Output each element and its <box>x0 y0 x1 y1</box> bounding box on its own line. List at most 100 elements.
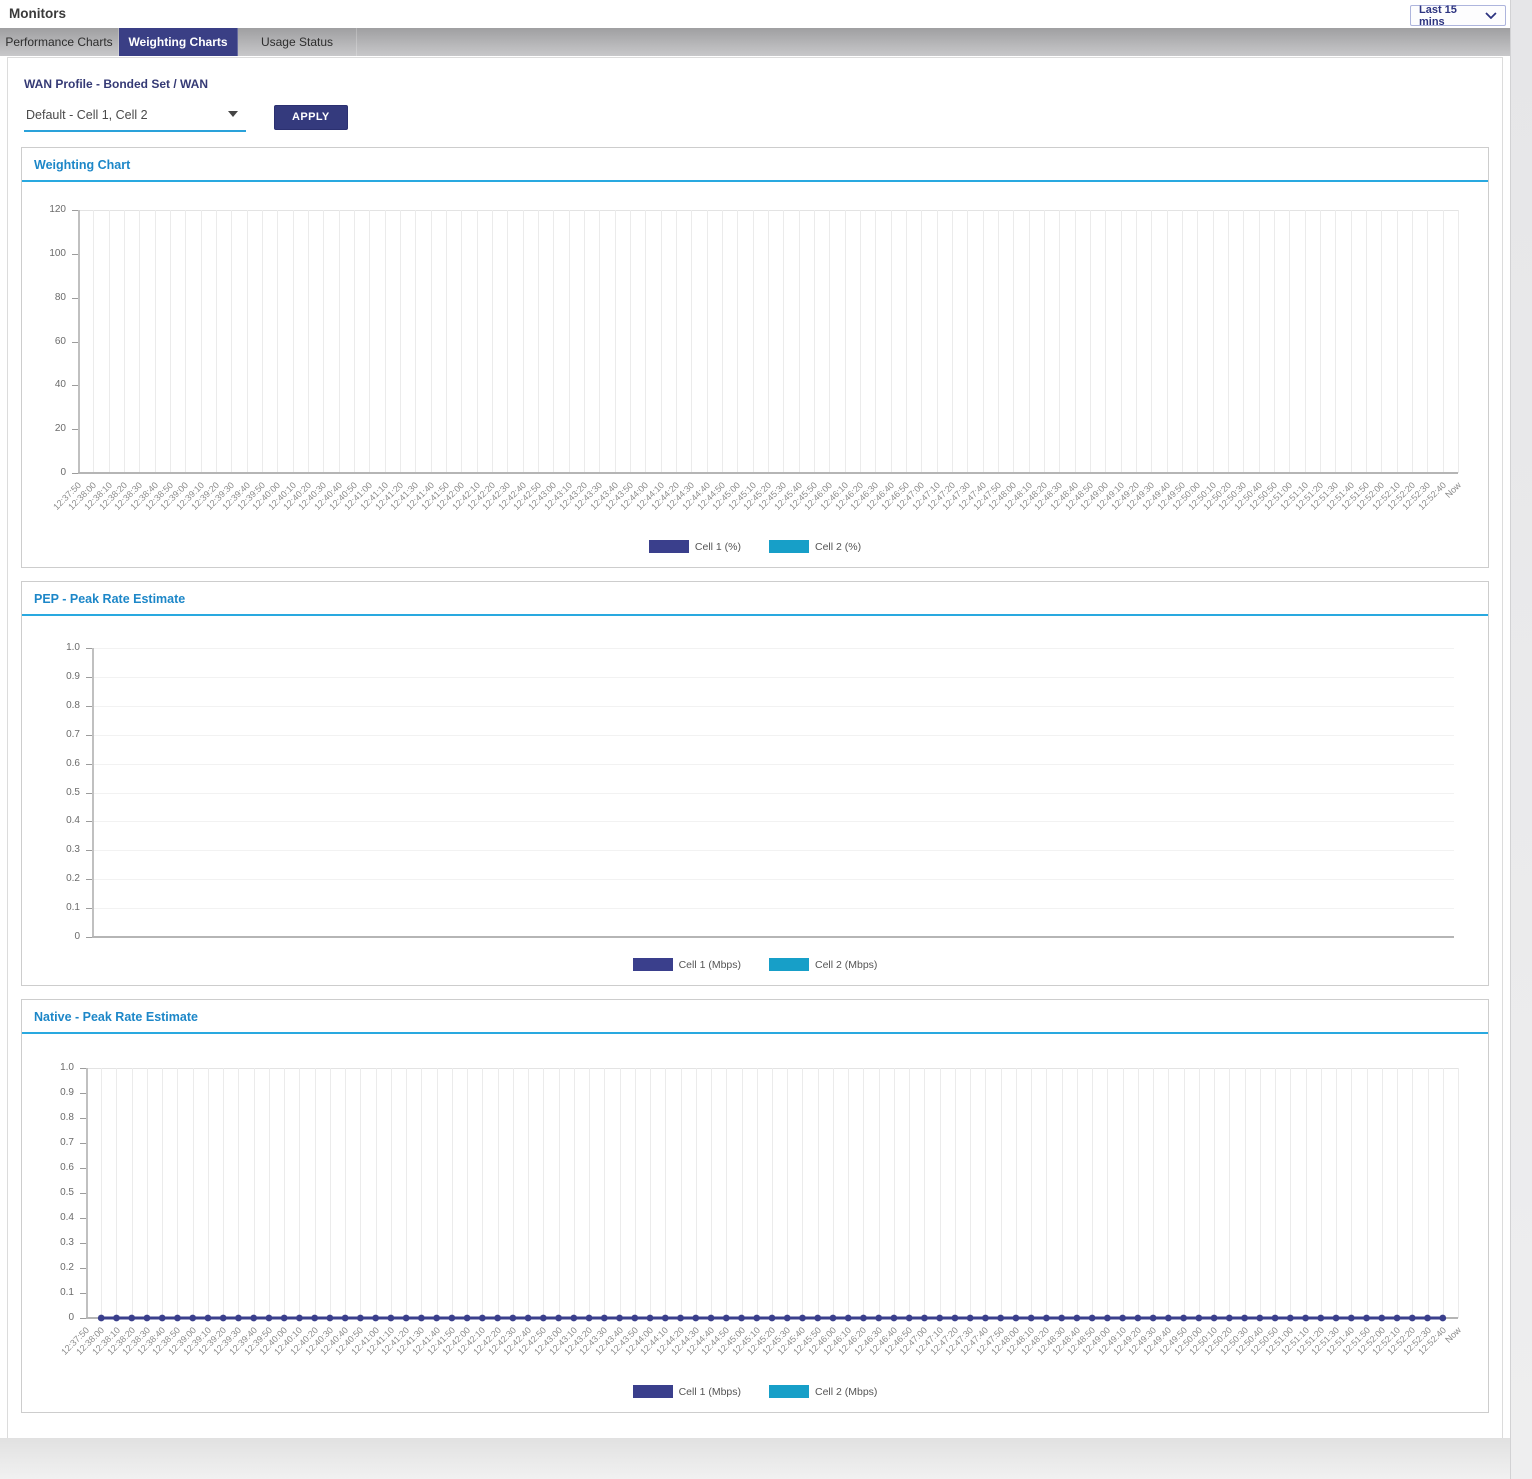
v-gridline <box>1228 210 1229 473</box>
v-gridline <box>293 210 294 473</box>
v-gridline <box>952 210 953 473</box>
v-gridline <box>216 210 217 473</box>
weighting-chart-card: Weighting Chart 02040608010012012:37:501… <box>21 147 1489 568</box>
v-gridline <box>1075 210 1076 473</box>
v-gridline <box>860 210 861 473</box>
wan-profile-label: WAN Profile - Bonded Set / WAN <box>24 77 1502 91</box>
v-gridline <box>967 210 968 473</box>
legend-item: Cell 1 (Mbps) <box>633 958 741 971</box>
y-tick-label: 0 <box>22 467 66 478</box>
y-tick-label: 0.2 <box>22 1262 74 1273</box>
page-background <box>0 1438 1510 1479</box>
page-scrollbar-area[interactable] <box>1510 0 1532 1479</box>
v-gridline <box>1151 210 1152 473</box>
y-tick-label: 0.9 <box>22 671 80 682</box>
v-gridline <box>799 210 800 473</box>
v-gridline <box>369 210 370 473</box>
v-gridline <box>937 210 938 473</box>
y-tick-label: 0.5 <box>22 1187 74 1198</box>
v-gridline <box>231 210 232 473</box>
v-gridline <box>124 210 125 473</box>
y-tick-label: 0.5 <box>22 787 80 798</box>
y-tick-label: 0.1 <box>22 902 80 913</box>
v-gridline <box>201 210 202 473</box>
v-gridline <box>615 210 616 473</box>
y-tick-label: 0.6 <box>22 758 80 769</box>
h-gridline <box>92 908 1454 909</box>
y-tick-label: 0.1 <box>22 1287 74 1298</box>
apply-button[interactable]: APPLY <box>274 105 348 130</box>
v-gridline <box>400 210 401 473</box>
v-gridline <box>845 210 846 473</box>
v-gridline <box>1305 210 1306 473</box>
y-tick-label: 40 <box>22 379 66 390</box>
v-gridline <box>630 210 631 473</box>
v-gridline <box>691 210 692 473</box>
y-tick-label: 0.4 <box>22 815 80 826</box>
y-tick-label: 1.0 <box>22 1062 74 1073</box>
v-gridline <box>998 210 999 473</box>
h-gridline <box>92 764 1454 765</box>
v-gridline <box>139 210 140 473</box>
v-gridline <box>983 210 984 473</box>
v-gridline <box>1044 210 1045 473</box>
v-gridline <box>170 210 171 473</box>
v-gridline <box>1458 210 1459 473</box>
v-gridline <box>1105 210 1106 473</box>
v-gridline <box>599 210 600 473</box>
page-title: Monitors <box>9 6 66 21</box>
legend-label: Cell 1 (Mbps) <box>679 959 741 971</box>
tab-performance-charts[interactable]: Performance Charts <box>0 28 119 56</box>
weighting-chart-plot: 02040608010012012:37:5012:38:0012:38:101… <box>22 182 1488 533</box>
v-gridline <box>1443 210 1444 473</box>
v-gridline <box>1167 210 1168 473</box>
y-axis-line <box>78 210 80 473</box>
h-gridline <box>92 793 1454 794</box>
v-gridline <box>1412 210 1413 473</box>
v-gridline <box>891 210 892 473</box>
v-gridline <box>814 210 815 473</box>
v-gridline <box>446 210 447 473</box>
tab-bar: Performance Charts Weighting Charts Usag… <box>0 28 1510 56</box>
v-gridline <box>507 210 508 473</box>
y-tick-label: 0.9 <box>22 1087 74 1098</box>
pep-chart-card: PEP - Peak Rate Estimate 00.10.20.30.40.… <box>21 581 1489 986</box>
v-gridline <box>1013 210 1014 473</box>
legend-swatch <box>769 958 809 971</box>
app-header: Monitors Last 15 mins <box>0 0 1510 28</box>
x-axis-line <box>78 472 1458 474</box>
v-gridline <box>1366 210 1367 473</box>
v-gridline <box>1381 210 1382 473</box>
h-gridline <box>92 850 1454 851</box>
v-gridline <box>185 210 186 473</box>
wan-profile-select[interactable]: Default - Cell 1, Cell 2 <box>24 103 246 132</box>
v-gridline <box>645 210 646 473</box>
pep-chart-title: PEP - Peak Rate Estimate <box>22 582 1488 616</box>
v-gridline <box>783 210 784 473</box>
v-gridline <box>921 210 922 473</box>
v-gridline <box>1090 210 1091 473</box>
y-tick-label: 1.0 <box>22 642 80 653</box>
v-gridline <box>431 210 432 473</box>
native-chart-card: Native - Peak Rate Estimate 00.10.20.30.… <box>21 999 1489 1413</box>
v-gridline <box>753 210 754 473</box>
legend-label: Cell 2 (Mbps) <box>815 959 877 971</box>
y-tick-label: 0 <box>22 931 80 942</box>
content-panel: WAN Profile - Bonded Set / WAN Default -… <box>7 57 1503 1458</box>
v-gridline <box>829 210 830 473</box>
weighting-chart-title: Weighting Chart <box>22 148 1488 182</box>
v-gridline <box>1243 210 1244 473</box>
y-tick-label: 20 <box>22 423 66 434</box>
tab-weighting-charts[interactable]: Weighting Charts <box>119 28 238 56</box>
time-range-dropdown[interactable]: Last 15 mins <box>1410 5 1506 26</box>
v-gridline <box>1274 210 1275 473</box>
v-gridline <box>523 210 524 473</box>
tab-usage-status[interactable]: Usage Status <box>238 28 357 56</box>
v-gridline <box>415 210 416 473</box>
v-gridline <box>1059 210 1060 473</box>
v-gridline <box>1458 1068 1459 1318</box>
series-cell-1-mbps- <box>86 1068 1458 1318</box>
legend-item: Cell 2 (Mbps) <box>769 958 877 971</box>
v-gridline <box>1397 210 1398 473</box>
y-tick-label: 0.3 <box>22 1237 74 1248</box>
